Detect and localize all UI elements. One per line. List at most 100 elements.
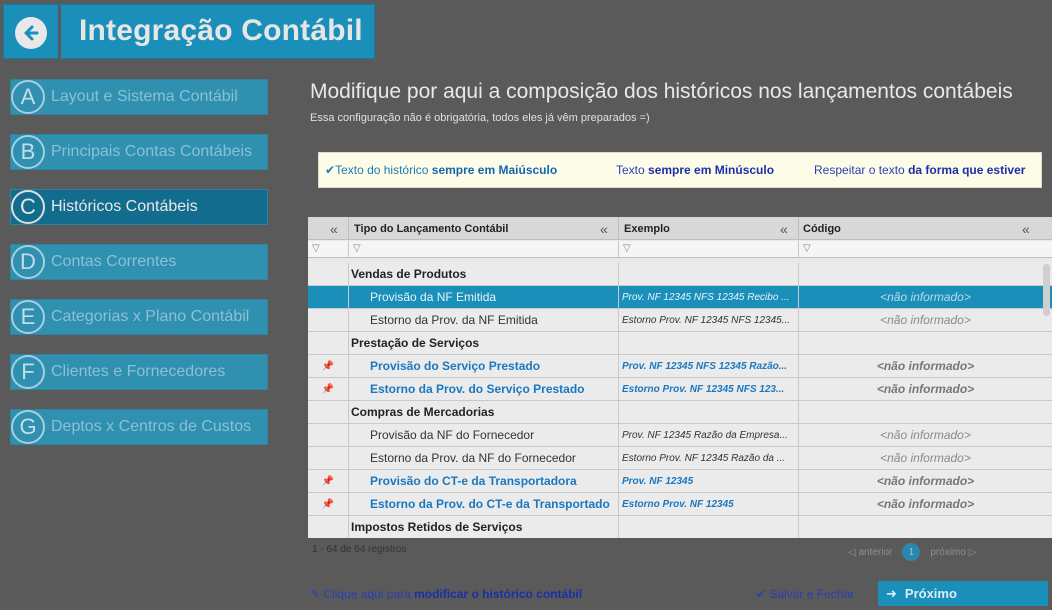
table-row[interactable]: 📌 Provisão do Serviço Prestado Prov. NF 12… <box>308 355 1052 378</box>
header-tipo[interactable]: Tipo do Lançamento Contábil « <box>349 217 619 240</box>
filter-icon[interactable]: ▽ <box>308 241 349 258</box>
cell-exemplo: Estorno Prov. NF 12345 Razão da ... <box>619 447 799 469</box>
pencil-icon: ✎ <box>310 587 321 601</box>
sidebar-item-label: Deptos x Centros de Custos <box>51 418 252 435</box>
historicos-table: « Tipo do Lançamento Contábil « Exemplo … <box>308 217 1052 538</box>
table-row[interactable]: Estorno da Prov. da NF do Fornecedor Esto… <box>308 447 1052 470</box>
sidebar-item-label: Principais Contas Contábeis <box>51 143 252 160</box>
cell-exemplo: Prov. NF 12345 Razão da Empresa... <box>619 424 799 446</box>
sidebar-item-deptos[interactable]: G Deptos x Centros de Custos <box>10 409 268 445</box>
sidebar-item-contas[interactable]: B Principais Contas Contábeis <box>10 134 268 170</box>
cell-tipo: Compras de Mercadorias <box>349 401 619 423</box>
cell-codigo <box>799 332 1052 354</box>
sidebar-item-label: Contas Correntes <box>51 253 177 270</box>
table-scrollbar[interactable] <box>1043 264 1050 316</box>
option-lowercase-prefix: Texto <box>616 163 649 177</box>
arrow-left-icon <box>15 16 47 49</box>
sidebar-item-label: Históricos Contábeis <box>51 198 198 215</box>
table-group-row[interactable]: Vendas de Produtos <box>308 263 1052 286</box>
sidebar-item-layout[interactable]: A Layout e Sistema Contábil <box>10 79 268 115</box>
sidebar-item-label: Clientes e Fornecedores <box>51 363 226 380</box>
pin-cell <box>308 516 349 538</box>
step-letter-icon: D <box>11 245 45 279</box>
cell-codigo: <não informado> <box>880 290 971 304</box>
table-row[interactable]: 📌 Estorno da Prov. do Serviço Prestado Est… <box>308 378 1052 401</box>
cell-codigo: <não informado> <box>880 428 971 442</box>
cell-tipo: Provisão da NF Emitida <box>349 286 619 308</box>
save-close-button[interactable]: ✔ Salvar e Fechar <box>756 587 854 601</box>
cell-exemplo <box>619 263 799 285</box>
filter-icon[interactable]: ▽ <box>799 241 1052 258</box>
pin-cell <box>308 424 349 446</box>
pin-cell <box>308 263 349 285</box>
cell-exemplo <box>619 332 799 354</box>
save-label: Salvar e Fechar <box>769 587 855 601</box>
option-keep-bold: da forma que estiver <box>908 163 1026 177</box>
option-keep-original[interactable]: Respeitar o texto da forma que estiver <box>814 163 1025 177</box>
header-codigo-label: Código <box>803 222 841 235</box>
collapse-icon[interactable]: « <box>600 221 608 237</box>
table-row[interactable]: Provisão da NF do Fornecedor Prov. NF 123… <box>308 424 1052 447</box>
header-tipo-label: Tipo do Lançamento Contábil <box>354 222 509 235</box>
cell-codigo <box>799 263 1052 285</box>
app-header: Integração Contábil <box>3 4 375 60</box>
table-row[interactable]: 📌 Estorno da Prov. do CT-e da Transportad… <box>308 493 1052 516</box>
cell-exemplo <box>619 401 799 423</box>
table-row[interactable]: Provisão da NF Emitida Prov. NF 12345 NFS… <box>308 286 1052 309</box>
sidebar-item-historicos[interactable]: C Históricos Contábeis <box>10 189 268 225</box>
cell-tipo: Prestação de Serviços <box>349 332 619 354</box>
modify-history-link[interactable]: ✎ Clique aqui para modificar o histórico… <box>310 587 582 601</box>
option-lowercase[interactable]: Texto sempre em Minúsculo <box>616 163 774 177</box>
step-letter-icon: B <box>11 135 45 169</box>
sidebar-item-label: Categorias x Plano Contábil <box>51 308 250 325</box>
header-codigo[interactable]: Código « <box>799 217 1052 240</box>
cell-tipo: Provisão do Serviço Prestado <box>349 355 619 377</box>
cell-tipo: Vendas de Produtos <box>349 263 619 285</box>
table-group-row[interactable]: Prestação de Serviços <box>308 332 1052 355</box>
cell-tipo: Estorno da Prov. da NF do Fornecedor <box>349 447 619 469</box>
option-uppercase[interactable]: ✔Texto do histórico sempre em Maiúsculo <box>325 163 557 177</box>
collapse-icon[interactable]: « <box>330 221 338 237</box>
header-exemplo[interactable]: Exemplo « <box>619 217 799 240</box>
pin-cell <box>308 401 349 423</box>
pin-cell <box>308 447 349 469</box>
table-group-row[interactable]: Compras de Mercadorias <box>308 401 1052 424</box>
table-row[interactable]: Estorno da Prov. da NF Emitida Estorno Pr… <box>308 309 1052 332</box>
option-lowercase-bold: sempre em Minúsculo <box>648 163 775 177</box>
back-button[interactable] <box>4 5 61 60</box>
collapse-icon[interactable]: « <box>1022 221 1030 237</box>
section-subtitle: Essa configuração não é obrigatória, tod… <box>310 112 650 124</box>
next-page-button[interactable]: próximo ▷ <box>930 547 976 558</box>
cell-exemplo: Estorno Prov. NF 12345 NFS 123... <box>619 378 799 400</box>
current-page[interactable]: 1 <box>902 543 921 561</box>
pin-icon: 📌 <box>308 470 349 492</box>
prev-page-button[interactable]: ◁ anterior <box>848 547 892 558</box>
pager: ◁ anterior 1 próximo ▷ <box>848 543 976 561</box>
cell-exemplo: Prov. NF 12345 <box>619 470 799 492</box>
modify-bold: modificar o histórico contábil <box>414 587 583 601</box>
filter-icon[interactable]: ▽ <box>619 241 799 258</box>
next-button-label: Próximo <box>904 586 957 601</box>
pin-icon: 📌 <box>308 493 349 515</box>
option-keep-prefix: Respeitar o texto <box>814 163 909 177</box>
pin-cell <box>308 309 349 331</box>
filter-icon[interactable]: ▽ <box>349 241 619 258</box>
sidebar-item-categorias[interactable]: E Categorias x Plano Contábil <box>10 299 268 335</box>
cell-tipo: Estorno da Prov. do CT-e da Transportado <box>349 493 619 515</box>
table-group-row[interactable]: Impostos Retidos de Serviços <box>308 516 1052 538</box>
next-label: próximo <box>930 546 966 558</box>
page-title: Integração Contábil <box>79 14 363 47</box>
header-pin-col: « <box>308 217 349 240</box>
next-button[interactable]: ➜ Próximo <box>878 581 1048 606</box>
cell-codigo: <não informado> <box>876 382 975 396</box>
cell-codigo <box>799 516 1052 538</box>
cell-codigo: <não informado> <box>876 497 975 511</box>
cell-tipo: Provisão do CT-e da Transportadora <box>349 470 619 492</box>
cell-tipo: Impostos Retidos de Serviços <box>349 516 619 538</box>
cell-exemplo: Prov. NF 12345 NFS 12345 Recibo ... <box>619 286 799 308</box>
cell-exemplo: Estorno Prov. NF 12345 <box>619 493 799 515</box>
table-row[interactable]: 📌 Provisão do CT-e da Transportadora Prov.… <box>308 470 1052 493</box>
sidebar-item-contas-correntes[interactable]: D Contas Correntes <box>10 244 268 280</box>
collapse-icon[interactable]: « <box>780 221 788 237</box>
sidebar-item-clientes[interactable]: F Clientes e Fornecedores <box>10 354 268 390</box>
